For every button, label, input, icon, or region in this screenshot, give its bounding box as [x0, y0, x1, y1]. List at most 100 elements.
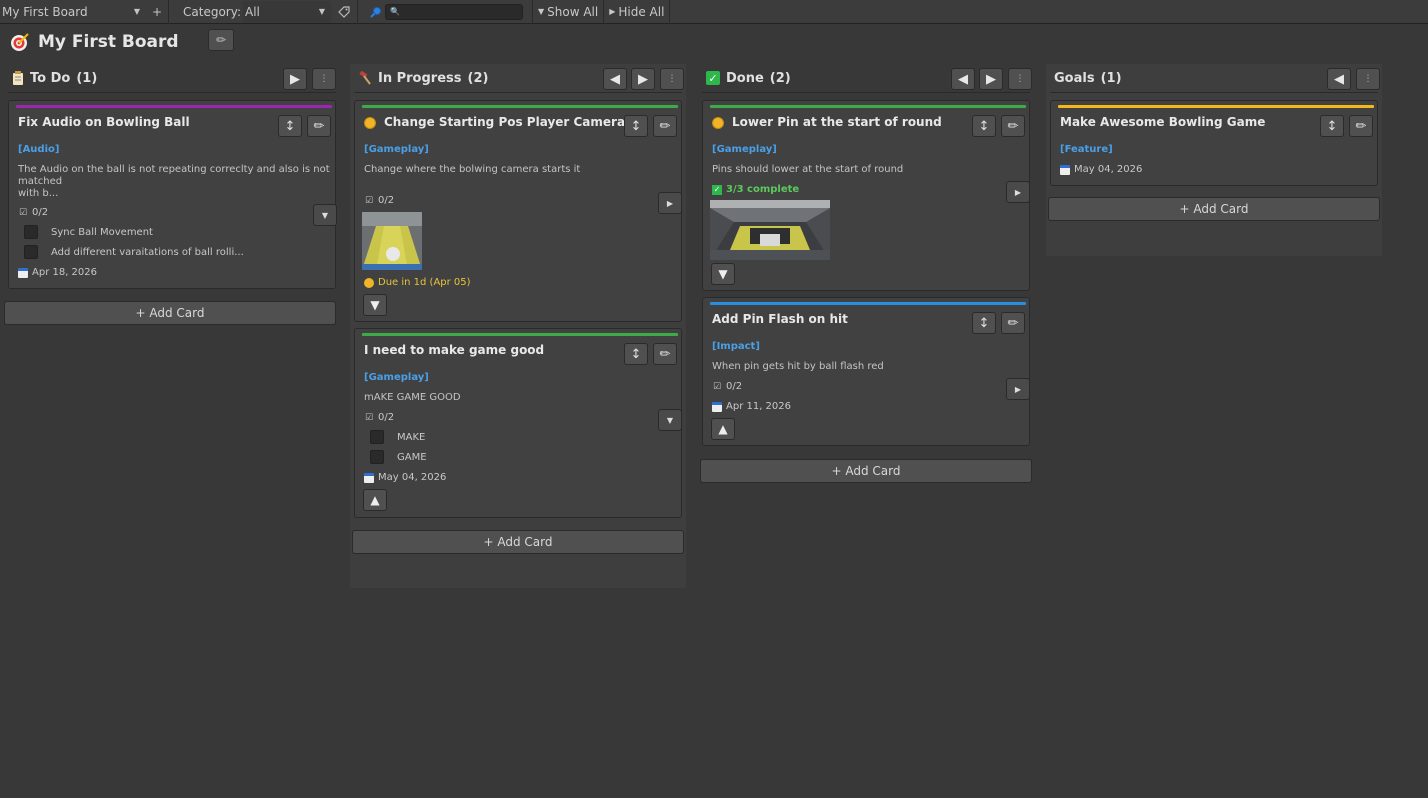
hide-all-label: Hide All: [618, 4, 665, 19]
calendar-icon: [712, 401, 722, 412]
column-in-progress: In Progress (2) ◀ ▶ ⋮ Change Starting Po…: [350, 64, 686, 588]
card-description: mAKE GAME GOOD: [364, 392, 461, 403]
checklist-item-label: GAME: [397, 451, 427, 463]
column-menu-button[interactable]: ⋮: [1356, 68, 1380, 90]
reorder-button[interactable]: ↕: [972, 312, 996, 334]
card-due-date: Apr 11, 2026: [712, 401, 791, 412]
card-due-date: May 04, 2026: [1060, 164, 1142, 175]
card-color-stripe: [1058, 105, 1374, 108]
checklist-progress-value: 0/2: [32, 207, 49, 218]
checklist-item[interactable]: MAKE: [370, 430, 425, 444]
add-card-button[interactable]: + Add Card: [4, 301, 336, 325]
edit-card-button[interactable]: ✏: [1001, 115, 1025, 137]
checklist-checkbox[interactable]: [370, 450, 384, 464]
checklist-item[interactable]: Sync Ball Movement: [24, 225, 153, 239]
board-select-dropdown[interactable]: My First Board ▼: [0, 1, 146, 23]
toolbar-separator: [669, 0, 671, 24]
reorder-button[interactable]: ↕: [1320, 115, 1344, 137]
card[interactable]: Change Starting Pos Player Camera ↕ ✏ [G…: [354, 100, 682, 322]
column-divider: [8, 92, 336, 93]
card[interactable]: Lower Pin at the start of round ↕ ✏ [Gam…: [702, 100, 1030, 291]
checklist-checkbox[interactable]: [24, 245, 38, 259]
column-count: (1): [1100, 70, 1122, 86]
chevron-down-icon: ▼: [133, 7, 140, 16]
move-right-button[interactable]: ▶: [283, 68, 307, 90]
move-left-button[interactable]: ◀: [951, 68, 975, 90]
card-title: Change Starting Pos Player Camera: [384, 115, 626, 129]
add-card-button[interactable]: + Add Card: [1048, 197, 1380, 221]
collapse-card-button[interactable]: ▼: [711, 263, 735, 285]
checklist-item-label: Sync Ball Movement: [51, 226, 153, 238]
move-left-button[interactable]: ◀: [603, 68, 627, 90]
edit-board-button[interactable]: ✏: [208, 29, 234, 51]
checkbox-icon: ☑: [364, 195, 374, 206]
checklist-item[interactable]: Add different varaitations of ball rolli…: [24, 245, 244, 259]
calendar-icon: [18, 267, 28, 278]
edit-card-button[interactable]: ✏: [307, 115, 331, 137]
expand-card-button[interactable]: ▲: [363, 489, 387, 511]
checkbox-icon: ☑: [712, 381, 722, 392]
expand-checklist-button[interactable]: ▼: [658, 409, 682, 431]
checklist-checkbox[interactable]: [24, 225, 38, 239]
calendar-icon: [364, 472, 374, 483]
column-menu-button[interactable]: ⋮: [660, 68, 684, 90]
card[interactable]: Make Awesome Bowling Game ↕ ✏ [Feature] …: [1050, 100, 1378, 186]
card-due-date: Apr 18, 2026: [18, 267, 97, 278]
complete-check-icon: ✓: [712, 184, 722, 195]
add-card-button[interactable]: + Add Card: [700, 459, 1032, 483]
card-title: Add Pin Flash on hit: [712, 312, 848, 326]
edit-card-button[interactable]: ✏: [1349, 115, 1373, 137]
calendar-icon: [1060, 164, 1070, 175]
card[interactable]: I need to make game good ↕ ✏ [Gameplay] …: [354, 328, 682, 518]
page-title: My First Board: [38, 32, 179, 52]
add-board-button[interactable]: +: [146, 1, 168, 23]
column-menu-button[interactable]: ⋮: [1008, 68, 1032, 90]
checklist-item[interactable]: GAME: [370, 450, 427, 464]
category-dropdown[interactable]: All ▼: [242, 0, 331, 23]
move-right-button[interactable]: ▶: [631, 68, 655, 90]
card-tag: [Audio]: [18, 144, 60, 155]
tag-icon[interactable]: [331, 1, 357, 23]
card-date-value: May 04, 2026: [1074, 164, 1143, 175]
hide-all-button[interactable]: ▶ Hide All: [604, 1, 669, 23]
reorder-button[interactable]: ↕: [972, 115, 996, 137]
toolbar: My First Board ▼ + Category: All ▼ 🔍 ▼ S…: [0, 0, 1428, 24]
card-thumbnail-image[interactable]: [710, 200, 830, 260]
checklist-progress: ☑ 0/2: [18, 207, 48, 218]
card-thumbnail-image[interactable]: [362, 212, 422, 270]
card-description: Change where the bolwing camera starts i…: [364, 164, 581, 175]
show-all-button[interactable]: ▼ Show All: [533, 1, 603, 23]
column-menu-button[interactable]: ⋮: [312, 68, 336, 90]
board-header: My First Board: [10, 32, 179, 52]
move-right-button[interactable]: ▶: [979, 68, 1003, 90]
move-left-button[interactable]: ◀: [1327, 68, 1351, 90]
chevron-down-icon: ▼: [318, 7, 325, 16]
expand-checklist-button[interactable]: ▶: [658, 192, 682, 214]
card[interactable]: Add Pin Flash on hit ↕ ✏ [Impact] When p…: [702, 297, 1030, 446]
checklist-item-label: MAKE: [397, 431, 426, 443]
expand-checklist-button[interactable]: ▶: [1006, 378, 1030, 400]
target-icon: [11, 33, 29, 51]
search-input[interactable]: 🔍: [384, 3, 523, 20]
edit-card-button[interactable]: ✏: [1001, 312, 1025, 334]
card-color-stripe: [362, 105, 678, 108]
edit-card-button[interactable]: ✏: [653, 115, 677, 137]
due-status-value: Due in 1d (Apr 05): [378, 277, 471, 288]
reorder-button[interactable]: ↕: [278, 115, 302, 137]
column-title: To Do: [30, 70, 71, 86]
collapse-card-button[interactable]: ▼: [363, 294, 387, 316]
expand-checklist-button[interactable]: ▼: [313, 204, 337, 226]
column-divider: [1050, 92, 1378, 93]
add-card-button[interactable]: + Add Card: [352, 530, 684, 554]
card-description: When pin gets hit by ball flash red: [712, 361, 884, 372]
expand-card-button[interactable]: ▲: [711, 418, 735, 440]
reorder-button[interactable]: ↕: [624, 115, 648, 137]
card[interactable]: Fix Audio on Bowling Ball ↕ ✏ [Audio] Th…: [8, 100, 337, 289]
reorder-button[interactable]: ↕: [624, 343, 648, 365]
card-description: The Audio on the ball is not repeating c…: [18, 164, 330, 200]
edit-card-button[interactable]: ✏: [653, 343, 677, 365]
checklist-progress-value: 0/2: [378, 412, 395, 423]
due-dot-icon: [364, 277, 374, 288]
expand-checklist-button[interactable]: ▶: [1006, 181, 1030, 203]
checklist-checkbox[interactable]: [370, 430, 384, 444]
